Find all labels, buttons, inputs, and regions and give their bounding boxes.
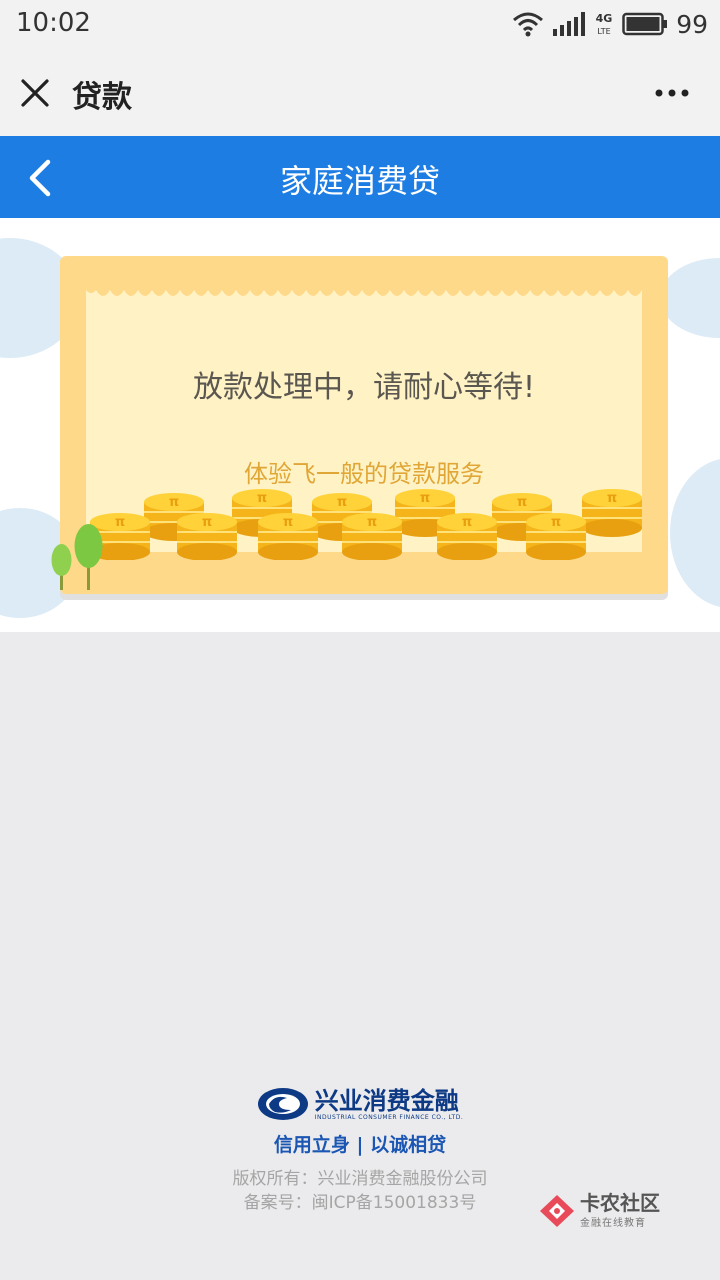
app-top-bar: 贷款 (0, 48, 720, 136)
company-logo-icon (257, 1088, 308, 1120)
battery-percent: 99 (676, 9, 708, 39)
gold-coins-illustration: π (89, 488, 643, 560)
status-time: 10:02 (16, 8, 91, 38)
company-name-en: INDUSTRIAL CONSUMER FINANCE CO., LTD. (314, 1113, 464, 1121)
page-title: 贷款 (72, 80, 132, 115)
watermark-subtitle: 金融在线教育 (580, 1218, 646, 1229)
more-options-icon[interactable] (654, 88, 690, 98)
watermark: 卡农社区 金融在线教育 (538, 1192, 660, 1229)
cloud-decoration (660, 258, 720, 338)
scalloped-edge (86, 282, 642, 296)
copyright-text: 版权所有：兴业消费金融股份公司 (232, 1169, 488, 1189)
watermark-logo-icon (540, 1194, 574, 1227)
signal-icon (553, 12, 586, 36)
status-icons: 4G LTE 99 (512, 9, 708, 39)
company-name: 兴业消费金融 (314, 1085, 459, 1115)
page-header: 家庭消费贷 (0, 136, 720, 218)
company-logo: 兴业消费金融 INDUSTRIAL CONSUMER FINANCE CO., … (257, 1086, 463, 1122)
watermark-title: 卡农社区 (580, 1191, 660, 1215)
loan-status-banner: 放款处理中，请耐心等待! 体验飞一般的贷款服务 π (0, 218, 720, 632)
svg-text:4G: 4G (596, 12, 613, 25)
company-slogan: 信用立身 | 以诚相贷 (273, 1134, 447, 1156)
tree-illustration (51, 524, 103, 590)
loan-status-message: 放款处理中，请耐心等待! (192, 370, 536, 405)
battery-icon (622, 12, 668, 36)
status-bar: 10:02 4G LTE 99 (0, 0, 720, 48)
cloud-decoration (670, 458, 720, 608)
close-icon[interactable] (20, 78, 50, 108)
header-title: 家庭消费贷 (279, 162, 440, 200)
network-4g-icon: 4G LTE (596, 12, 613, 36)
svg-text:LTE: LTE (598, 27, 611, 36)
wifi-icon (513, 12, 544, 37)
